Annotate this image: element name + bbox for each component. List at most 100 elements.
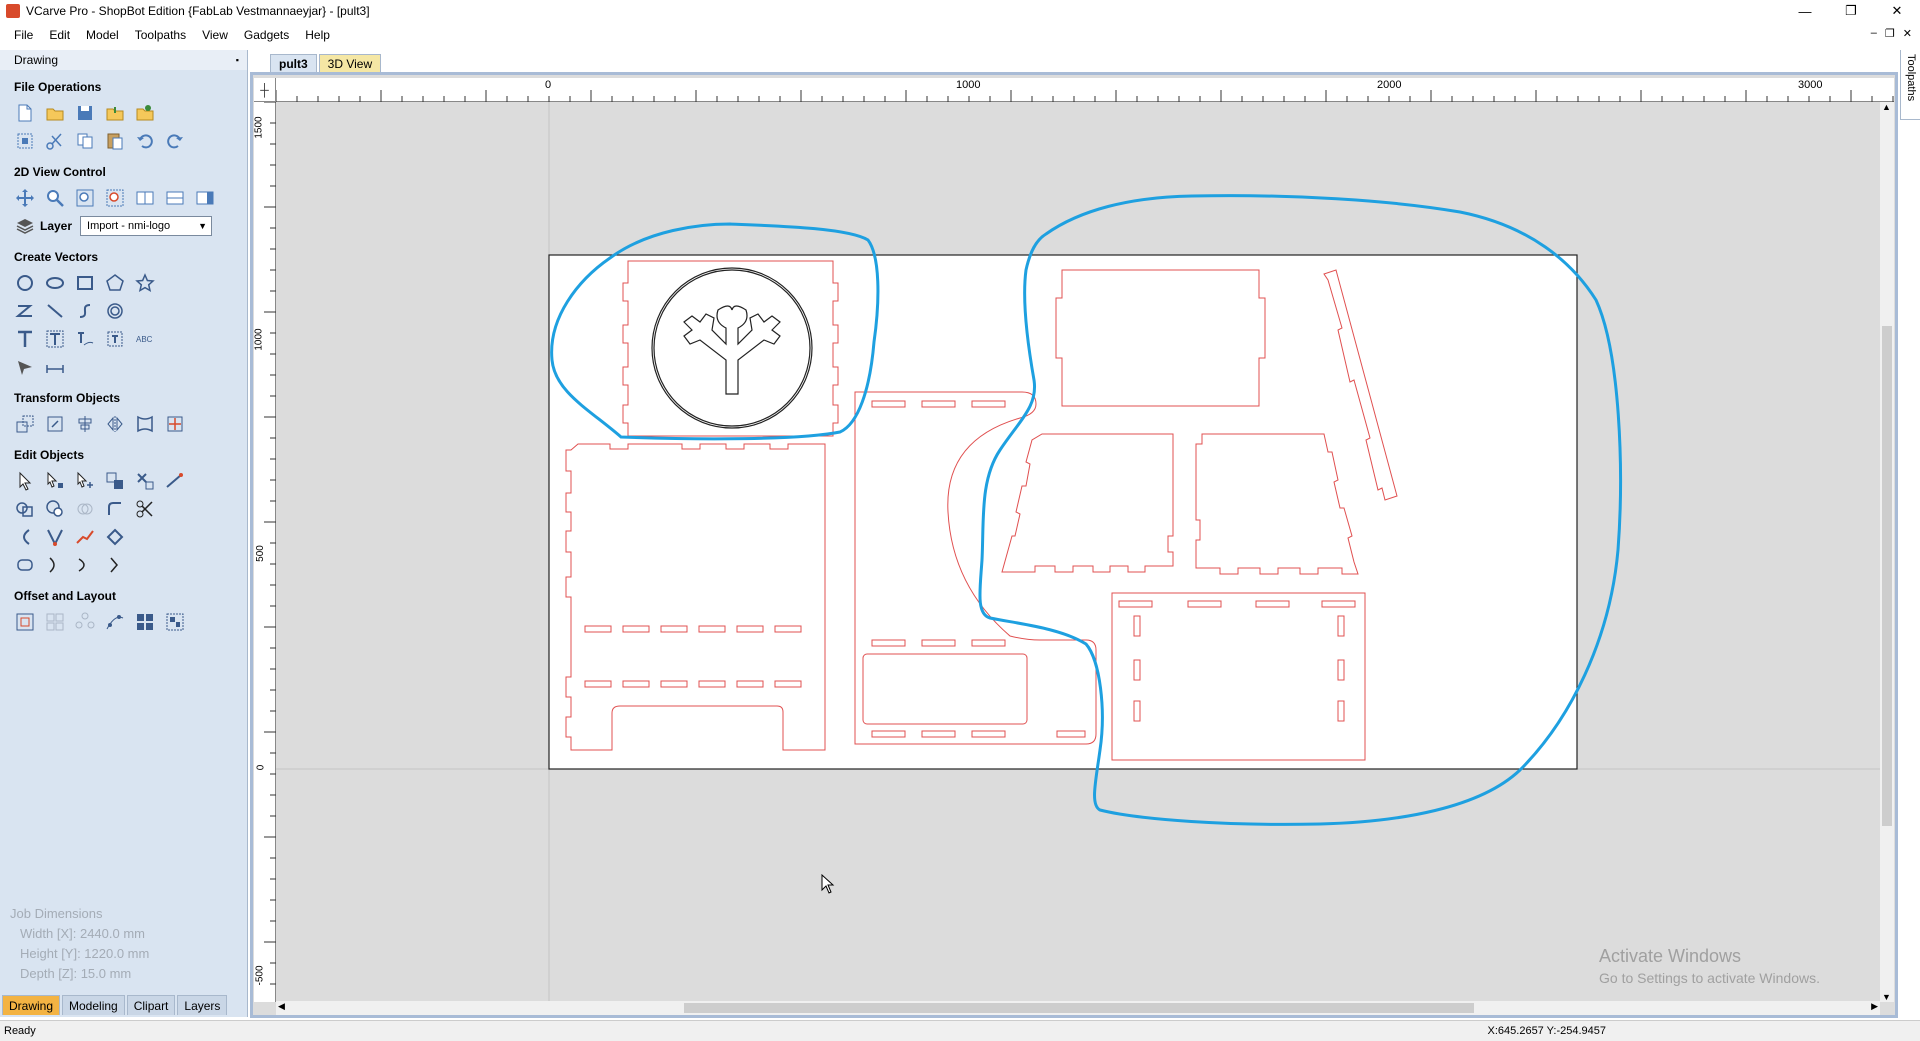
delete-icon[interactable] [134,470,156,492]
extend-icon[interactable] [44,554,66,576]
menu-view[interactable]: View [194,28,236,42]
copy-along-vector-icon[interactable] [104,611,126,633]
menu-file[interactable]: File [6,28,41,42]
trim-icon[interactable] [134,498,156,520]
menu-help[interactable]: Help [297,28,338,42]
zoom-icon[interactable] [44,187,66,209]
horizontal-scroll-thumb[interactable] [684,1003,1474,1013]
redo-icon[interactable] [164,130,186,152]
join-vectors-icon[interactable] [44,526,66,548]
smooth-icon[interactable] [74,526,96,548]
toolpaths-side-tab[interactable]: Toolpaths [1900,50,1920,120]
paste-icon[interactable] [104,130,126,152]
offset-icon[interactable] [14,611,36,633]
measure-icon[interactable] [164,470,186,492]
move-icon[interactable] [14,413,36,435]
draw-vector-icon[interactable] [14,356,36,378]
copy-icon[interactable] [74,130,96,152]
mirror-icon[interactable] [104,413,126,435]
import-file-icon[interactable] [104,102,126,124]
pan-icon[interactable] [14,187,36,209]
vertical-scrollbar[interactable]: ▲ ▼ [1880,102,1894,1002]
scroll-left-arrow-icon[interactable]: ◀ [278,1001,285,1012]
mdi-close-button[interactable]: ✕ [1903,27,1912,40]
curve-icon[interactable] [74,300,96,322]
corner-icon[interactable] [74,554,96,576]
text-icon[interactable] [14,328,36,350]
menu-toolpaths[interactable]: Toolpaths [127,28,194,42]
close-button[interactable]: ✕ [1874,0,1920,22]
line-icon[interactable] [44,300,66,322]
tab-2d-view[interactable]: pult3 [270,54,317,72]
cut-icon[interactable] [44,130,66,152]
menu-model[interactable]: Model [78,28,127,42]
subtract-icon[interactable] [44,498,66,520]
vertical-ruler: 1500 1000 500 0 -500 [254,101,276,1002]
align-icon[interactable] [74,413,96,435]
pin-icon[interactable]: ▪ [236,55,239,65]
import-bitmap-icon[interactable] [134,102,156,124]
scroll-right-arrow-icon[interactable]: ▶ [1871,1001,1878,1012]
selection-tools-icon[interactable] [104,470,126,492]
set-origin-icon[interactable] [164,413,186,435]
mdi-minimize-button[interactable]: – [1871,27,1877,40]
new-file-icon[interactable] [14,102,36,124]
select-icon[interactable] [14,470,36,492]
spiral-icon[interactable] [104,300,126,322]
interactive-select-icon[interactable] [74,470,96,492]
fillet-icon[interactable] [104,498,126,520]
tab-modeling[interactable]: Modeling [62,995,125,1015]
view-layout-icon[interactable] [164,187,186,209]
view-split-icon[interactable] [134,187,156,209]
save-file-icon[interactable] [74,102,96,124]
text-abc-icon[interactable]: ABC [134,328,156,350]
weld-icon[interactable] [14,498,36,520]
nesting-icon[interactable] [164,611,186,633]
dimension-icon[interactable] [44,356,66,378]
menu-gadgets[interactable]: Gadgets [236,28,297,42]
maximize-button[interactable]: ❐ [1828,0,1874,22]
undo-icon[interactable] [134,130,156,152]
intersect-icon[interactable] [74,498,96,520]
auto-layout-text-icon[interactable] [104,328,126,350]
horizontal-scrollbar[interactable]: ◀ ▶ [276,1001,1880,1015]
minimize-button[interactable]: — [1782,0,1828,22]
offset-polygon-icon[interactable] [104,526,126,548]
layer-dropdown[interactable]: Import - nmi-logo [80,216,213,236]
circle-icon[interactable] [14,272,36,294]
text-box-icon[interactable] [44,328,66,350]
menu-edit[interactable]: Edit [41,28,78,42]
zoom-selection-icon[interactable] [104,187,126,209]
scroll-up-arrow-icon[interactable]: ▲ [1882,102,1891,112]
polyline-icon[interactable] [14,300,36,322]
tab-drawing[interactable]: Drawing [2,995,61,1015]
scroll-down-arrow-icon[interactable]: ▼ [1882,992,1891,1002]
node-edit-icon[interactable] [44,470,66,492]
step-repeat-icon[interactable] [134,611,156,633]
close-vector-icon[interactable] [14,554,36,576]
distort-icon[interactable] [134,413,156,435]
ellipse-icon[interactable] [44,272,66,294]
tab-3d-view[interactable]: 3D View [318,54,382,72]
panel-header: Drawing ▪ [0,50,247,70]
job-setup-icon[interactable] [14,130,36,152]
ruler-corner[interactable]: ┼ [254,78,276,102]
scale-icon[interactable] [44,413,66,435]
circular-array-icon[interactable] [74,611,96,633]
polygon-icon[interactable] [104,272,126,294]
array-copy-icon[interactable] [44,611,66,633]
tab-clipart[interactable]: Clipart [126,995,176,1015]
arc-icon[interactable] [14,526,36,548]
horizontal-ruler: 0 1000 2000 3000 [275,78,1894,102]
tab-layers[interactable]: Layers [177,995,228,1015]
view-panel-icon[interactable] [194,187,216,209]
text-on-curve-icon[interactable] [74,328,96,350]
drawing-canvas[interactable] [276,102,1880,1001]
zoom-extents-icon[interactable] [74,187,96,209]
rectangle-icon[interactable] [74,272,96,294]
vertical-scroll-thumb[interactable] [1882,326,1892,826]
open-file-icon[interactable] [44,102,66,124]
star-icon[interactable] [134,272,156,294]
dogbone-icon[interactable] [104,554,126,576]
mdi-restore-button[interactable]: ❐ [1885,27,1895,40]
